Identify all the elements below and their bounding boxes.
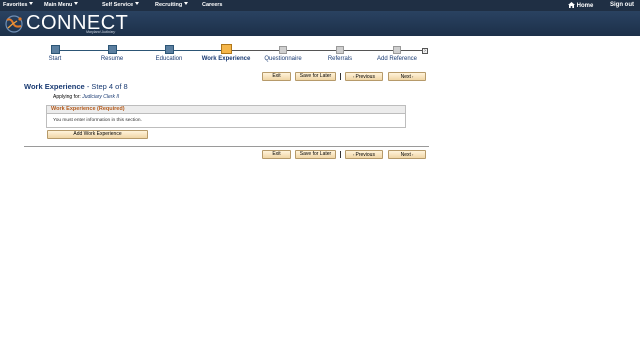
train-step-referrals[interactable]: Referrals <box>310 45 370 62</box>
header-banner: CONNECT Maryland Judiciary <box>0 11 640 36</box>
self-service-menu[interactable]: Self Service <box>102 2 140 8</box>
previous-label: Previous <box>355 152 375 158</box>
exit-button[interactable]: Exit <box>262 72 291 81</box>
logo-subtitle: Maryland Judiciary <box>86 30 116 34</box>
save-for-later-button[interactable]: Save for Later <box>295 150 336 159</box>
home-icon <box>568 2 575 8</box>
step-marker <box>107 45 117 54</box>
step-indicator: - Step 4 of 8 <box>86 82 128 91</box>
step-marker <box>164 45 174 54</box>
applying-for: Applying for: Judiciary Clerk II <box>53 94 119 100</box>
home-link[interactable]: Home <box>568 2 593 9</box>
recruiting-menu[interactable]: Recruiting <box>155 2 189 8</box>
chevron-down-icon <box>29 2 34 5</box>
step-label: Start <box>48 56 62 62</box>
step-marker <box>279 46 287 54</box>
bottom-button-row: Exit Save for Later ‹ Previous Next › <box>258 150 428 160</box>
train-next-arrow-icon[interactable]: › <box>422 48 428 54</box>
main-menu[interactable]: Main Menu <box>44 2 79 8</box>
careers-link[interactable]: Careers <box>202 2 223 8</box>
recruiting-label: Recruiting <box>155 2 183 8</box>
next-button[interactable]: Next › <box>388 150 426 159</box>
chevron-down-icon <box>74 2 79 5</box>
divider <box>24 146 429 147</box>
page-title-text: Work Experience <box>24 82 85 91</box>
sign-out-link[interactable]: Sign out <box>610 2 634 8</box>
save-for-later-button[interactable]: Save for Later <box>295 72 336 81</box>
applying-for-label: Applying for: <box>53 94 81 100</box>
step-label: Resume <box>100 56 124 62</box>
previous-button[interactable]: ‹ Previous <box>345 72 383 81</box>
page-title: Work Experience - Step 4 of 8 <box>24 82 128 91</box>
main-menu-label: Main Menu <box>44 2 73 8</box>
step-marker <box>50 45 60 54</box>
next-button[interactable]: Next › <box>388 72 426 81</box>
self-service-label: Self Service <box>102 2 134 8</box>
train-step-add-reference[interactable]: Add Reference <box>367 45 427 62</box>
top-button-row: Exit Save for Later ‹ Previous Next › <box>258 72 428 82</box>
section-message: You must enter information in this secti… <box>53 118 142 123</box>
step-marker-current <box>220 44 232 54</box>
train-step-questionnaire[interactable]: Questionnaire <box>253 45 313 62</box>
train-step-work-experience[interactable]: Work Experience <box>196 44 256 62</box>
chevron-right-icon: › <box>410 74 414 79</box>
home-label: Home <box>576 3 594 9</box>
top-nav-bar: Favorites Main Menu Self Service Recruit… <box>0 0 640 11</box>
step-marker <box>336 46 344 54</box>
separator <box>340 73 341 80</box>
train-step-start[interactable]: Start <box>25 45 85 62</box>
previous-label: Previous <box>355 74 375 80</box>
section-header: Work Experience (Required) <box>47 106 405 114</box>
previous-button[interactable]: ‹ Previous <box>345 150 383 159</box>
next-label: Next <box>400 74 411 80</box>
separator <box>340 151 341 158</box>
step-marker <box>393 46 401 54</box>
job-title-link[interactable]: Judiciary Clerk II <box>82 94 119 100</box>
chevron-down-icon <box>135 2 140 5</box>
work-experience-section: Work Experience (Required) You must ente… <box>46 105 406 128</box>
step-label: Questionnaire <box>264 56 302 62</box>
train-step-education[interactable]: Education <box>139 45 199 62</box>
chevron-down-icon <box>184 2 189 5</box>
step-train: Start Resume Education Work Experience Q… <box>24 44 428 67</box>
add-work-experience-button[interactable]: Add Work Experience <box>47 130 148 139</box>
chevron-right-icon: › <box>410 152 414 157</box>
favorites-label: Favorites <box>3 2 28 8</box>
train-step-resume[interactable]: Resume <box>82 45 142 62</box>
step-label: Work Experience <box>201 56 251 62</box>
maryland-logo-icon <box>5 15 23 33</box>
next-label: Next <box>400 152 411 158</box>
exit-button[interactable]: Exit <box>262 150 291 159</box>
step-label: Add Reference <box>376 56 418 62</box>
step-label: Referrals <box>327 56 353 62</box>
favorites-menu[interactable]: Favorites <box>3 2 34 8</box>
step-label: Education <box>155 56 183 62</box>
